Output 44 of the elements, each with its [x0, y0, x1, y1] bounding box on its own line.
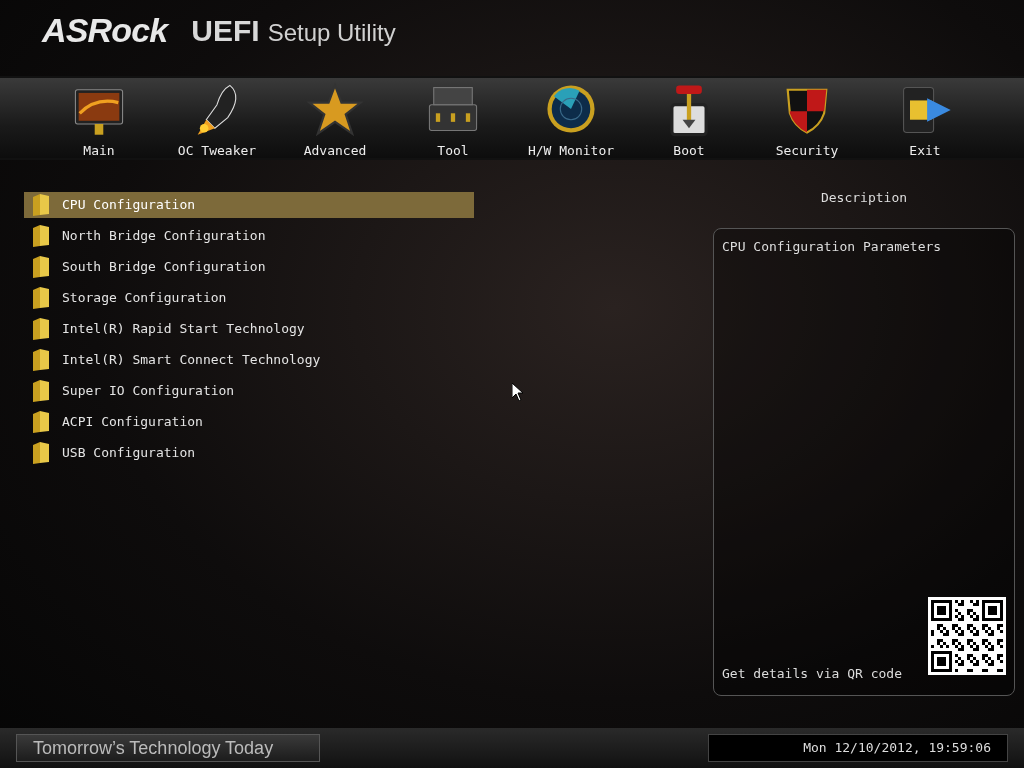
- qr-hint: Get details via QR code: [722, 664, 902, 683]
- folder-icon: [32, 410, 50, 434]
- folder-icon: [32, 379, 50, 403]
- menu-item-label: Storage Configuration: [62, 289, 227, 308]
- description-text: CPU Configuration Parameters: [722, 238, 943, 256]
- menu-item-label: Intel(R) Rapid Start Technology: [62, 320, 305, 339]
- folder-icon: [32, 317, 50, 341]
- menu-item-label: Super IO Configuration: [62, 382, 235, 401]
- menu-item[interactable]: USB Configuration: [24, 440, 474, 466]
- menu-item[interactable]: South Bridge Configuration: [24, 254, 474, 280]
- menu-item[interactable]: Intel(R) Smart Connect Technology: [24, 347, 474, 373]
- menu-item-label: ACPI Configuration: [62, 413, 203, 432]
- mouse-cursor-icon: [512, 383, 523, 401]
- brand-logo: ASRock: [42, 9, 168, 51]
- nav-tab[interactable]: Boot: [630, 78, 748, 162]
- menu-item[interactable]: North Bridge Configuration: [24, 223, 474, 249]
- menu-item-label: North Bridge Configuration: [62, 227, 266, 246]
- menu-item-label: USB Configuration: [62, 444, 196, 463]
- menu-item-label: CPU Configuration: [62, 196, 196, 215]
- nav-tab[interactable]: Advanced: [276, 78, 394, 162]
- date-time: Mon 12/10/2012, 19:59:06: [708, 734, 1008, 762]
- folder-icon: [32, 286, 50, 310]
- menu-item-label: South Bridge Configuration: [62, 258, 266, 277]
- product-title: UEFI: [191, 12, 260, 49]
- menu-item[interactable]: Storage Configuration: [24, 285, 474, 311]
- product-subtitle: Setup Utility: [267, 17, 396, 48]
- description-heading: Description: [820, 189, 908, 207]
- menu-item[interactable]: Intel(R) Rapid Start Technology: [24, 316, 474, 342]
- menu-item[interactable]: CPU Configuration: [24, 192, 474, 218]
- nav-tab[interactable]: Tool: [394, 78, 512, 162]
- folder-icon: [32, 441, 50, 465]
- slogan: Tomorrow’s Technology Today: [16, 734, 320, 762]
- nav-tab[interactable]: H/W Monitor: [512, 78, 630, 162]
- nav-tab[interactable]: Security: [748, 78, 866, 162]
- nav-tab[interactable]: Main: [40, 78, 158, 162]
- menu-item[interactable]: ACPI Configuration: [24, 409, 474, 435]
- nav-tab[interactable]: OC Tweaker: [158, 78, 276, 162]
- nav-tab[interactable]: Exit: [866, 78, 984, 162]
- folder-icon: [32, 348, 50, 372]
- folder-icon: [32, 255, 50, 279]
- folder-icon: [32, 193, 50, 217]
- folder-icon: [32, 224, 50, 248]
- menu-item-label: Intel(R) Smart Connect Technology: [62, 351, 321, 370]
- menu-item[interactable]: Super IO Configuration: [24, 378, 474, 404]
